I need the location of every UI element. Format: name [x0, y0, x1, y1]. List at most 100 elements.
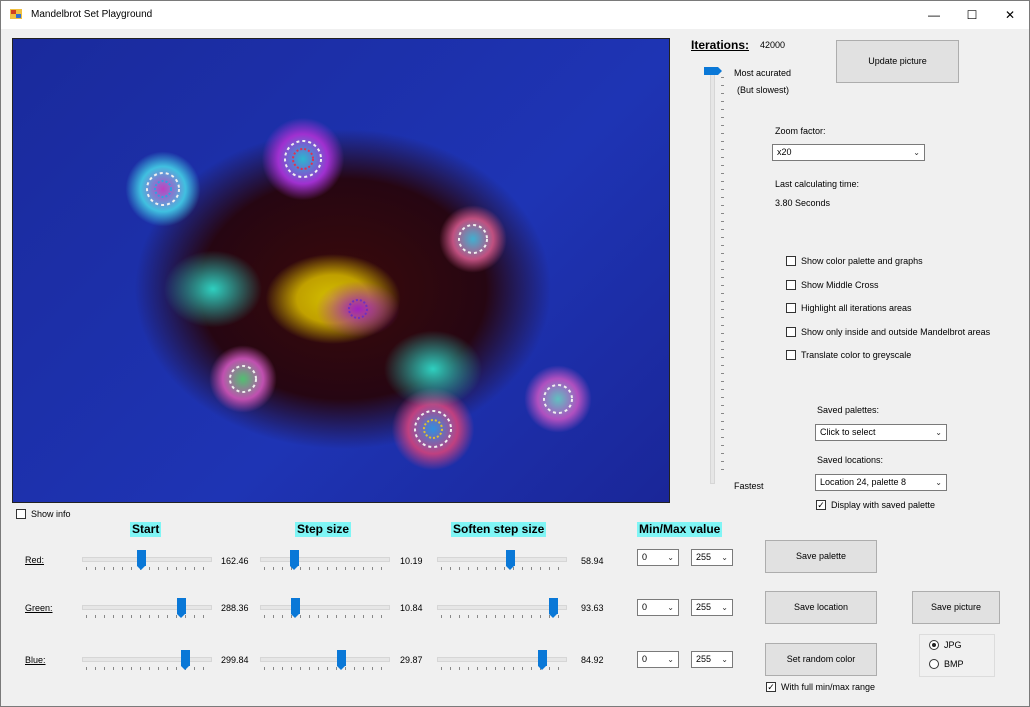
option-label-middle-cross: Show Middle Cross	[801, 280, 879, 290]
save-location-button[interactable]: Save location	[765, 591, 877, 624]
blue-step-slider-thumb[interactable]	[337, 650, 346, 670]
green-start-slider-track[interactable]	[82, 605, 212, 610]
jpg-radio[interactable]	[929, 640, 939, 650]
red-start-slider-track[interactable]	[82, 557, 212, 562]
green-soften-slider-thumb[interactable]	[549, 598, 558, 618]
mandelbrot-picture[interactable]	[12, 38, 670, 503]
zoom-factor-dropdown[interactable]: x20 ⌄	[772, 144, 925, 161]
red-soften-slider-thumb[interactable]	[506, 550, 515, 570]
bmp-radio[interactable]	[929, 659, 939, 669]
saved-palettes-dropdown[interactable]: Click to select ⌄	[815, 424, 947, 441]
minimize-button[interactable]: —	[915, 1, 953, 29]
blue-min-value: 0	[642, 654, 648, 664]
blue-soften-slider-ticks	[441, 667, 565, 670]
red-step-slider-thumb[interactable]	[290, 550, 299, 570]
red-start-value: 162.46	[221, 556, 249, 566]
blue-label: Blue:	[25, 655, 46, 665]
slowest-label: (But slowest)	[737, 85, 790, 95]
blue-start-slider-track[interactable]	[82, 657, 212, 662]
blue-max-value: 255	[696, 654, 712, 664]
chevron-down-icon: ⌄	[667, 553, 674, 562]
option-label-highlight-iterations: Highlight all iterations areas	[801, 303, 912, 313]
saved-palettes-label: Saved palettes:	[817, 405, 880, 415]
chevron-down-icon: ⌄	[721, 655, 728, 664]
jpg-label: JPG	[944, 640, 962, 650]
blue-start-value: 299.84	[221, 655, 249, 665]
chevron-down-icon: ⌄	[935, 478, 942, 487]
green-step-slider-ticks	[264, 615, 388, 618]
blue-step-slider-ticks	[264, 667, 388, 670]
green-min-dropdown[interactable]: 0 ⌄	[637, 599, 679, 616]
iterations-slider-track[interactable]	[710, 72, 715, 484]
red-start-slider-thumb[interactable]	[137, 550, 146, 570]
set-random-color-button[interactable]: Set random color	[765, 643, 877, 676]
calc-time-label: Last calculating time:	[775, 179, 860, 189]
iterations-value: 42000	[760, 40, 786, 50]
chevron-down-icon: ⌄	[913, 148, 920, 157]
saved-locations-label: Saved locations:	[817, 455, 884, 465]
close-button[interactable]: ✕	[991, 1, 1029, 29]
red-label: Red:	[25, 555, 45, 565]
chevron-down-icon: ⌄	[667, 603, 674, 612]
red-min-value: 0	[642, 552, 648, 562]
iterations-label: Iterations:	[691, 38, 750, 52]
blue-max-dropdown[interactable]: 255 ⌄	[691, 651, 733, 668]
green-max-dropdown[interactable]: 255 ⌄	[691, 599, 733, 616]
option-checkbox-inside-outside[interactable]	[786, 327, 796, 337]
option-checkbox-greyscale[interactable]	[786, 350, 796, 360]
fractal-swirls	[146, 140, 573, 448]
iterations-slider-ticks	[721, 77, 724, 477]
blue-min-dropdown[interactable]: 0 ⌄	[637, 651, 679, 668]
option-label-greyscale: Translate color to greyscale	[801, 350, 912, 360]
red-step-slider-ticks	[264, 567, 388, 570]
header-step-size: Step size	[295, 522, 352, 537]
red-max-dropdown[interactable]: 255 ⌄	[691, 549, 733, 566]
green-step-value: 10.84	[400, 603, 423, 613]
app-icon	[10, 9, 22, 19]
show-info-label: Show info	[31, 509, 71, 519]
blue-soften-slider-track[interactable]	[437, 657, 567, 662]
option-checkbox-middle-cross[interactable]	[786, 280, 796, 290]
option-checkbox-highlight-iterations[interactable]	[786, 303, 796, 313]
green-max-value: 255	[696, 602, 712, 612]
green-soften-slider-track[interactable]	[437, 605, 567, 610]
red-max-value: 255	[696, 552, 712, 562]
red-min-dropdown[interactable]: 0 ⌄	[637, 549, 679, 566]
update-picture-button[interactable]: Update picture	[836, 40, 959, 83]
option-checkbox-palette-graphs[interactable]	[786, 256, 796, 266]
green-start-slider-thumb[interactable]	[177, 598, 186, 618]
display-saved-palette-label: Display with saved palette	[831, 500, 936, 510]
maximize-button[interactable]: ☐	[953, 1, 991, 29]
green-step-slider-thumb[interactable]	[291, 598, 300, 618]
display-saved-palette-checkbox[interactable]: ✓	[816, 500, 826, 510]
green-soften-slider-ticks	[441, 615, 565, 618]
header-start: Start	[130, 522, 162, 537]
red-start-slider-ticks	[86, 567, 210, 570]
show-info-checkbox[interactable]	[16, 509, 26, 519]
blue-start-slider-ticks	[86, 667, 210, 670]
saved-locations-dropdown[interactable]: Location 24, palette 8 ⌄	[815, 474, 947, 491]
header-min-max: Min/Max value	[637, 522, 723, 537]
iterations-slider-thumb[interactable]	[704, 67, 722, 75]
full-range-checkbox[interactable]: ✓	[766, 682, 776, 692]
save-palette-button[interactable]: Save palette	[765, 540, 877, 573]
chevron-down-icon: ⌄	[935, 428, 942, 437]
save-picture-button[interactable]: Save picture	[912, 591, 1000, 624]
green-step-slider-track[interactable]	[260, 605, 390, 610]
blue-step-value: 29.87	[400, 655, 423, 665]
zoom-factor-value: x20	[777, 147, 792, 157]
blue-start-slider-thumb[interactable]	[181, 650, 190, 670]
green-soften-value: 93.63	[581, 603, 604, 613]
blue-soften-slider-thumb[interactable]	[538, 650, 547, 670]
header-soften-step-size: Soften step size	[451, 522, 547, 537]
green-min-value: 0	[642, 602, 648, 612]
red-step-slider-track[interactable]	[260, 557, 390, 562]
red-step-value: 10.19	[400, 556, 423, 566]
saved-palettes-value: Click to select	[820, 427, 876, 437]
red-soften-slider-track[interactable]	[437, 557, 567, 562]
green-label: Green:	[25, 603, 53, 613]
fastest-label: Fastest	[734, 481, 764, 491]
red-soften-value: 58.94	[581, 556, 604, 566]
bmp-label: BMP	[944, 659, 964, 669]
blue-step-slider-track[interactable]	[260, 657, 390, 662]
